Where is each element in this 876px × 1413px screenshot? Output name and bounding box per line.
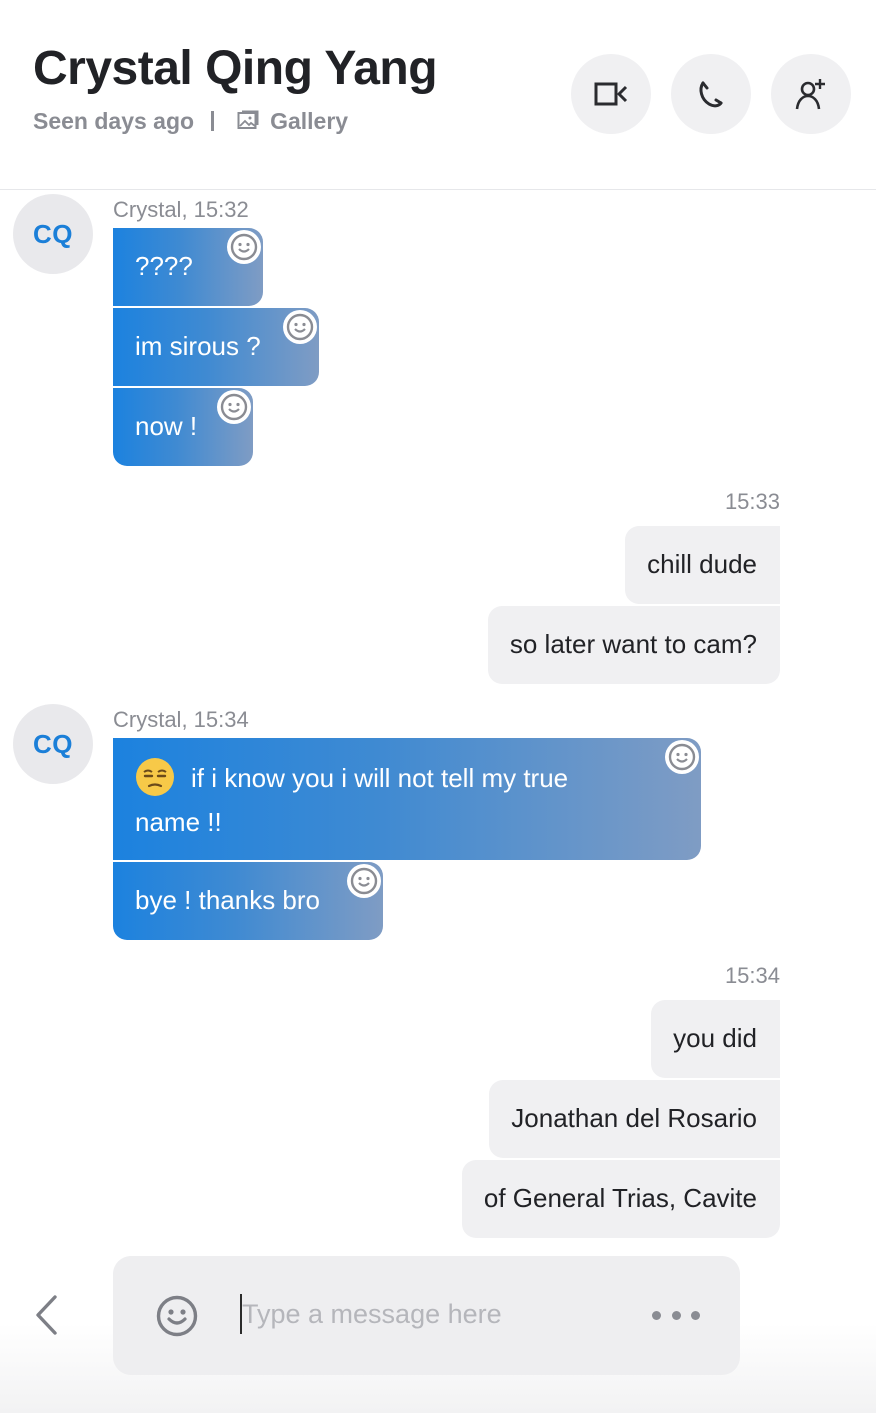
contact-subline: Seen days ago Gallery — [33, 104, 348, 138]
unamused-face-emoji — [136, 758, 174, 797]
react-button[interactable] — [347, 864, 381, 898]
gallery-link[interactable]: Gallery — [236, 108, 348, 135]
smiley-icon — [350, 867, 378, 895]
message-input[interactable] — [240, 1294, 620, 1334]
incoming-message[interactable]: bye ! thanks bro — [113, 862, 383, 940]
message-text-line1: if i know you i will not tell my true — [191, 763, 569, 793]
message-text: you did — [673, 1023, 757, 1053]
message-text: so later want to cam? — [509, 629, 757, 659]
video-camera-icon — [594, 82, 628, 106]
avatar[interactable]: CQ — [13, 704, 93, 784]
message-text: Jonathan del Rosario — [511, 1103, 757, 1133]
add-participant-button[interactable] — [771, 54, 851, 134]
chevron-left-icon — [36, 1295, 57, 1335]
react-button[interactable] — [217, 390, 251, 424]
outgoing-message[interactable]: so later want to cam? — [487, 606, 780, 684]
phone-icon — [699, 81, 723, 108]
add-person-icon — [795, 79, 825, 110]
voice-call-button[interactable] — [671, 54, 751, 134]
more-dot — [691, 1310, 700, 1320]
avatar[interactable]: CQ — [13, 194, 93, 274]
message-text: bye ! thanks bro — [135, 885, 320, 915]
incoming-message[interactable]: ???? — [113, 228, 263, 306]
react-button[interactable] — [227, 230, 261, 264]
back-button[interactable] — [26, 1292, 66, 1338]
smiley-icon — [286, 313, 314, 341]
message-meta: Crystal, 15:32 — [113, 197, 249, 222]
outgoing-message[interactable]: you did — [651, 1000, 780, 1078]
react-button[interactable] — [283, 310, 317, 344]
emoji-picker-icon[interactable] — [155, 1294, 199, 1338]
message-text: ???? — [135, 251, 193, 281]
message-meta: Crystal, 15:34 — [113, 707, 249, 732]
outgoing-message[interactable]: of General Trias, Cavite — [461, 1160, 780, 1238]
outgoing-message[interactable]: chill dude — [625, 526, 780, 604]
incoming-message[interactable]: now ! — [113, 388, 253, 466]
message-text: of General Trias, Cavite — [483, 1183, 757, 1213]
smiley-icon — [668, 743, 696, 771]
message-text: im sirous ? — [135, 331, 261, 361]
smiley-icon — [230, 233, 258, 261]
more-dot — [671, 1310, 681, 1320]
message-timestamp: 15:33 — [724, 489, 780, 514]
more-options-button[interactable] — [652, 1304, 700, 1326]
message-composer — [113, 1256, 740, 1375]
smiley-icon — [220, 393, 248, 421]
last-seen-status: Seen days ago — [33, 107, 195, 134]
contact-name: Crystal Qing Yang — [33, 42, 438, 95]
message-text-line2: name !! — [135, 807, 222, 837]
react-button[interactable] — [665, 740, 699, 774]
divider — [211, 111, 215, 131]
outgoing-message[interactable]: Jonathan del Rosario — [489, 1080, 780, 1158]
gallery-icon — [237, 110, 259, 129]
message-text: now ! — [135, 411, 198, 441]
gallery-label: Gallery — [270, 107, 349, 134]
chat-header: Crystal Qing Yang Seen days ago Gallery — [0, 0, 876, 190]
message-text: chill dude — [647, 549, 757, 579]
message-timestamp: 15:34 — [724, 963, 780, 988]
more-dot — [652, 1310, 661, 1320]
incoming-message[interactable]: if i know you i will not tell my true na… — [113, 738, 701, 860]
incoming-message[interactable]: im sirous ? — [113, 308, 319, 386]
video-call-button[interactable] — [571, 54, 651, 134]
